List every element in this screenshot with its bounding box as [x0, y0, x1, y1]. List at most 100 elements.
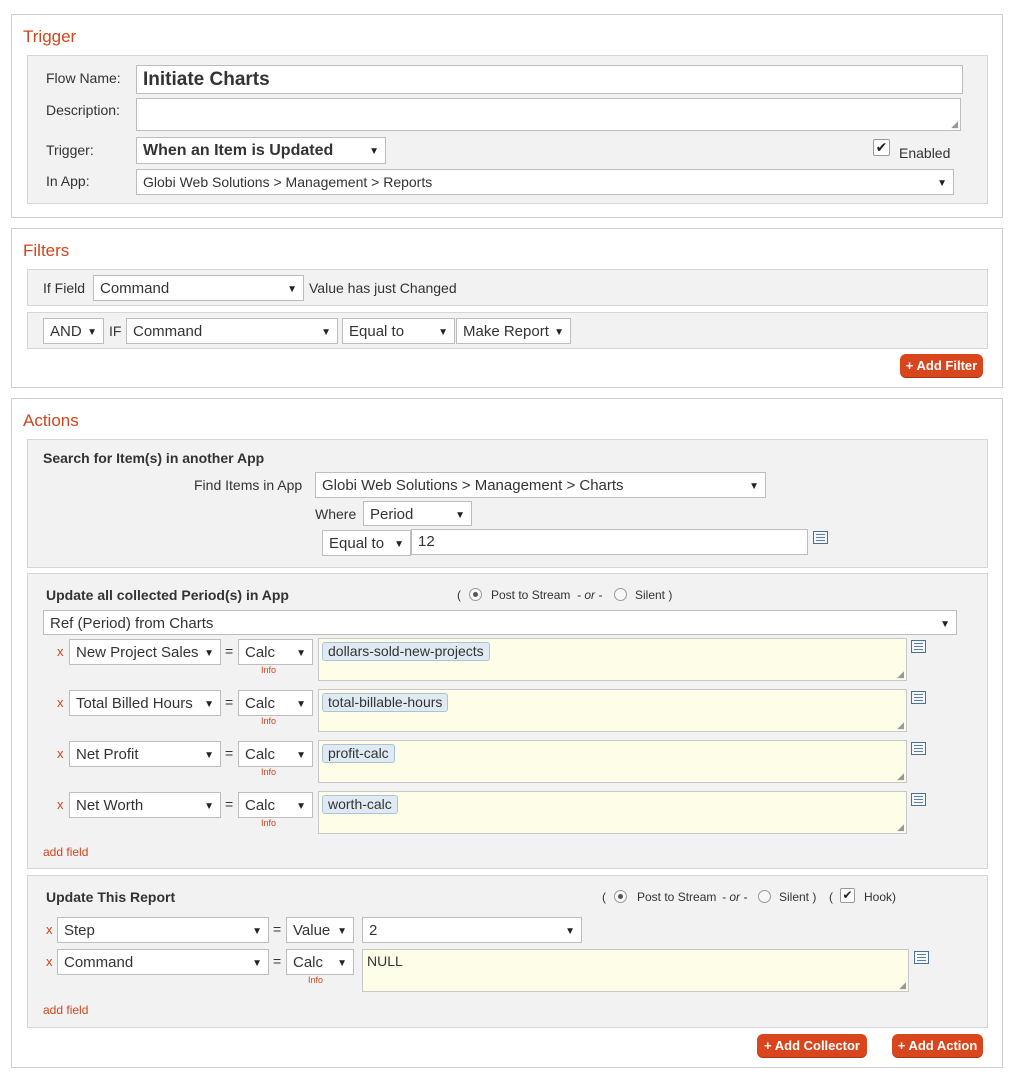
- chevron-down-icon: ▼: [204, 699, 214, 710]
- trigger-select[interactable]: When an Item is Updated ▼: [136, 137, 386, 164]
- chevron-down-icon: ▼: [87, 327, 97, 338]
- mode-select[interactable]: Calc ▼: [238, 792, 313, 818]
- add-field-link[interactable]: add field: [43, 845, 88, 859]
- filter-trigger-row: If Field Command ▼ Value has just Change…: [27, 269, 988, 306]
- enabled-checkbox[interactable]: ✔: [873, 139, 890, 156]
- field-select[interactable]: Net Profit ▼: [69, 741, 221, 767]
- field-picker-icon[interactable]: [911, 691, 926, 704]
- resize-handle-icon[interactable]: ◢: [897, 721, 904, 730]
- if-field-select[interactable]: Command ▼: [93, 275, 304, 301]
- calc-textarea[interactable]: profit-calc ◢: [318, 740, 907, 783]
- field-picker-icon[interactable]: [813, 531, 828, 544]
- update-report-title: Update This Report: [46, 889, 176, 905]
- info-link[interactable]: Info: [308, 975, 323, 985]
- mode-select[interactable]: Calc ▼: [238, 690, 313, 716]
- remove-field-icon[interactable]: x: [57, 695, 64, 710]
- remove-field-icon[interactable]: x: [57, 746, 64, 761]
- calc-textarea[interactable]: worth-calc ◢: [318, 791, 907, 834]
- chevron-down-icon: ▼: [296, 750, 306, 761]
- in-app-select[interactable]: Globi Web Solutions > Management > Repor…: [136, 169, 954, 195]
- description-label: Description:: [46, 102, 120, 118]
- post-to-stream-radio[interactable]: [614, 890, 627, 903]
- field-picker-icon[interactable]: [911, 742, 926, 755]
- calc-textarea[interactable]: NULL ◢: [362, 949, 909, 992]
- where-field-select[interactable]: Period ▼: [363, 501, 472, 526]
- chevron-down-icon: ▼: [438, 327, 448, 338]
- field-picker-icon[interactable]: [911, 793, 926, 806]
- chevron-down-icon: ▼: [296, 801, 306, 812]
- mode-select[interactable]: Calc ▼: [286, 949, 354, 975]
- chevron-down-icon: ▼: [252, 958, 262, 969]
- field-select[interactable]: Net Worth ▼: [69, 792, 221, 818]
- silent-radio[interactable]: [614, 588, 627, 601]
- search-panel: Search for Item(s) in another App Find I…: [27, 439, 988, 568]
- calc-token: total-billable-hours: [322, 693, 449, 712]
- actions-title: Actions: [23, 411, 79, 430]
- enabled-label: Enabled: [899, 145, 951, 161]
- remove-field-icon[interactable]: x: [46, 922, 53, 937]
- info-link[interactable]: Info: [261, 716, 276, 726]
- calc-textarea[interactable]: total-billable-hours ◢: [318, 689, 907, 732]
- field-select-value: Step: [64, 922, 95, 939]
- silent-radio[interactable]: [758, 890, 771, 903]
- add-field-link[interactable]: add field: [43, 1003, 88, 1017]
- or-label: - or -: [577, 588, 603, 602]
- mode-select[interactable]: Calc ▼: [238, 741, 313, 767]
- equals-sign: =: [225, 643, 234, 659]
- field-picker-icon[interactable]: [914, 951, 929, 964]
- search-operator-select[interactable]: Equal to ▼: [322, 530, 411, 556]
- chevron-down-icon: ▼: [296, 699, 306, 710]
- chevron-down-icon: ▼: [204, 648, 214, 659]
- chevron-down-icon: ▼: [204, 750, 214, 761]
- mode-select[interactable]: Calc ▼: [238, 639, 313, 665]
- field-select[interactable]: Command ▼: [57, 949, 269, 975]
- field-select[interactable]: Total Billed Hours ▼: [69, 690, 221, 716]
- value-select[interactable]: 2 ▼: [362, 917, 582, 943]
- info-link[interactable]: Info: [261, 767, 276, 777]
- field-select-value: Total Billed Hours: [76, 695, 193, 712]
- chevron-down-icon: ▼: [337, 958, 347, 969]
- chevron-down-icon: ▼: [394, 539, 404, 550]
- search-app-select[interactable]: Globi Web Solutions > Management > Chart…: [315, 472, 766, 498]
- operator-select-value: Equal to: [349, 323, 405, 340]
- ref-select[interactable]: Ref (Period) from Charts ▼: [43, 610, 957, 635]
- info-link[interactable]: Info: [261, 665, 276, 675]
- mode-select[interactable]: Value ▼: [286, 917, 354, 943]
- add-action-button[interactable]: + Add Action: [892, 1034, 983, 1057]
- resize-handle-icon[interactable]: ◢: [897, 772, 904, 781]
- equals-sign: =: [225, 694, 234, 710]
- search-value-input[interactable]: 12: [411, 529, 808, 555]
- or-label: - or -: [722, 890, 748, 904]
- field-select[interactable]: Step ▼: [57, 917, 269, 943]
- resize-handle-icon[interactable]: ◢: [951, 120, 958, 129]
- trigger-panel: Flow Name: Initiate Charts Description: …: [27, 55, 988, 204]
- calc-textarea[interactable]: dollars-sold-new-projects ◢: [318, 638, 907, 681]
- mode-select-value: Calc: [245, 797, 276, 814]
- operator-select[interactable]: Equal to ▼: [342, 318, 455, 344]
- remove-field-icon[interactable]: x: [57, 797, 64, 812]
- flow-name-input[interactable]: Initiate Charts: [136, 65, 963, 94]
- resize-handle-icon[interactable]: ◢: [897, 823, 904, 832]
- filters-title: Filters: [23, 241, 70, 260]
- mode-select-value: Calc: [245, 695, 276, 712]
- resize-handle-icon[interactable]: ◢: [897, 670, 904, 679]
- remove-field-icon[interactable]: x: [57, 644, 64, 659]
- add-filter-button[interactable]: + Add Filter: [900, 354, 983, 377]
- resize-handle-icon[interactable]: ◢: [899, 981, 906, 990]
- calc-value: NULL: [367, 953, 403, 969]
- chevron-down-icon: ▼: [296, 648, 306, 659]
- actions-section: Actions Search for Item(s) in another Ap…: [11, 398, 1003, 1068]
- field-select[interactable]: New Project Sales ▼: [69, 639, 221, 665]
- field-picker-icon[interactable]: [911, 640, 926, 653]
- add-collector-button[interactable]: + Add Collector: [757, 1034, 867, 1057]
- condition-field-select[interactable]: Command ▼: [126, 318, 338, 344]
- logic-select[interactable]: AND ▼: [43, 318, 104, 344]
- remove-field-icon[interactable]: x: [46, 954, 53, 969]
- description-textarea[interactable]: ◢: [136, 98, 961, 131]
- hook-checkbox[interactable]: ✔: [840, 888, 855, 903]
- condition-value-select[interactable]: Make Report ▼: [456, 318, 571, 344]
- chevron-down-icon: ▼: [749, 481, 759, 492]
- chevron-down-icon: ▼: [337, 926, 347, 937]
- info-link[interactable]: Info: [261, 818, 276, 828]
- post-to-stream-radio[interactable]: [469, 588, 482, 601]
